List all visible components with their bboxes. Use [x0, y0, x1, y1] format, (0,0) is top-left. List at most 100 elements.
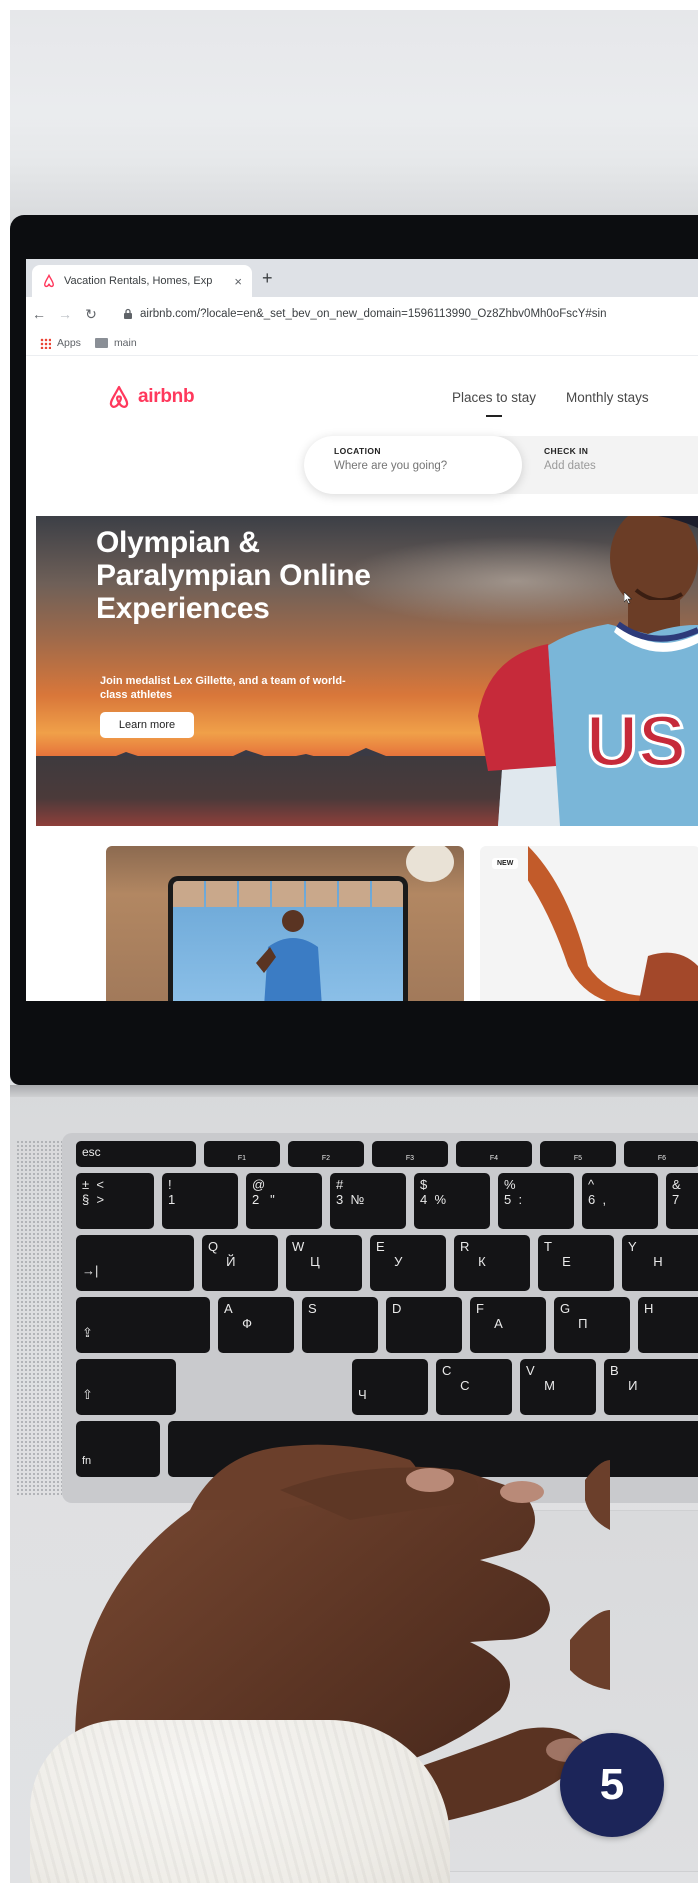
- key-glyph: 2: [252, 1192, 260, 1207]
- learn-more-button[interactable]: Learn more: [100, 712, 194, 738]
- forward-button[interactable]: →: [52, 306, 78, 322]
- key-f4[interactable]: F4: [456, 1141, 532, 1167]
- key-glyph: Е: [562, 1254, 571, 1269]
- laptop-screen: Vacation Rentals, Homes, Exp × + ← → ↻ a…: [26, 259, 698, 1001]
- location-label: LOCATION: [334, 446, 381, 456]
- key-glyph: 1: [168, 1192, 176, 1207]
- new-tab-button[interactable]: +: [262, 268, 273, 289]
- tablet-screen: [173, 881, 403, 1001]
- key-glyph: B: [610, 1363, 619, 1378]
- bookmark-apps[interactable]: Apps: [40, 337, 81, 349]
- key-glyph: %: [504, 1177, 516, 1192]
- key-glyph: ^: [588, 1177, 595, 1192]
- key-f6[interactable]: F6: [624, 1141, 698, 1167]
- tablet-device: [168, 876, 408, 1001]
- reload-button[interactable]: ↻: [78, 306, 104, 323]
- wall-shadow: [10, 115, 698, 225]
- tab-close-icon[interactable]: ×: [234, 274, 242, 289]
- athlete-on-tablet: [256, 910, 322, 1001]
- laptop-screen-bezel: Vacation Rentals, Homes, Exp × + ← → ↻ a…: [10, 215, 698, 1085]
- key-glyph: W: [292, 1239, 305, 1254]
- key-glyph: 7: [672, 1192, 680, 1207]
- key-6[interactable]: ^ 6 ,: [582, 1173, 658, 1229]
- tab-title: Vacation Rentals, Homes, Exp: [64, 275, 213, 287]
- key-t[interactable]: T Е: [538, 1235, 614, 1291]
- key-glyph: $: [420, 1177, 428, 1192]
- mouse-cursor-icon: [624, 592, 632, 604]
- athlete-illustration: US: [478, 516, 698, 826]
- back-button[interactable]: ←: [26, 306, 52, 322]
- key-glyph: 5: [504, 1192, 512, 1207]
- jersey-text: US: [586, 702, 686, 782]
- airbnb-belo-icon: [109, 385, 129, 408]
- nav-places-to-stay[interactable]: Places to stay: [452, 390, 536, 417]
- key-glyph: ": [270, 1192, 275, 1207]
- key-e[interactable]: E У: [370, 1235, 446, 1291]
- key-5[interactable]: % 5 :: [498, 1173, 574, 1229]
- airbnb-nav: Places to stay Monthly stays: [452, 390, 649, 417]
- checkin-label: CHECK IN: [544, 446, 589, 456]
- key-glyph: @: [252, 1177, 266, 1192]
- checkin-field[interactable]: CHECK IN Add dates: [544, 446, 596, 472]
- key-y[interactable]: Y Н: [622, 1235, 698, 1291]
- key-2[interactable]: @2 ": [246, 1173, 322, 1229]
- key-glyph: 6: [588, 1192, 596, 1207]
- key-f5[interactable]: F5: [540, 1141, 616, 1167]
- key-glyph: ,: [602, 1192, 607, 1207]
- key-esc[interactable]: esc: [76, 1141, 196, 1167]
- plant-pot: [406, 846, 454, 882]
- step-number-badge: 5: [560, 1733, 664, 1837]
- search-bar: LOCATION CHECK IN Add dates: [304, 436, 698, 494]
- key-glyph: <: [96, 1177, 104, 1192]
- key-w[interactable]: W Ц: [286, 1235, 362, 1291]
- key-glyph: &: [672, 1177, 681, 1192]
- key-glyph: У: [394, 1254, 403, 1269]
- key-glyph: К: [478, 1254, 486, 1269]
- key-glyph: T: [544, 1239, 552, 1254]
- key-glyph: Н: [653, 1254, 663, 1269]
- key-glyph: Y: [628, 1239, 637, 1254]
- key-tab[interactable]: →|: [76, 1235, 194, 1291]
- key-f3[interactable]: F3: [372, 1141, 448, 1167]
- key-b[interactable]: B И: [604, 1359, 698, 1415]
- key-glyph: :: [518, 1192, 523, 1207]
- key-f1[interactable]: F1: [204, 1141, 280, 1167]
- experience-cards: NEW: [36, 826, 698, 1001]
- airbnb-favicon-icon: [43, 274, 55, 288]
- key-glyph: !: [168, 1177, 172, 1192]
- address-bar[interactable]: airbnb.com/?locale=en&_set_bev_on_new_do…: [140, 308, 607, 320]
- experience-card-new[interactable]: NEW: [480, 846, 698, 1001]
- laptop-photo: Vacation Rentals, Homes, Exp × + ← → ↻ a…: [10, 10, 698, 1883]
- knit-sleeve: [30, 1720, 450, 1883]
- key-r[interactable]: R К: [454, 1235, 530, 1291]
- location-field[interactable]: LOCATION: [304, 436, 522, 494]
- key-glyph: И: [628, 1378, 638, 1393]
- key-glyph: #: [336, 1177, 344, 1192]
- nav-monthly-stays[interactable]: Monthly stays: [566, 390, 649, 405]
- key-1[interactable]: ! 1: [162, 1173, 238, 1229]
- airbnb-logo[interactable]: airbnb: [106, 384, 195, 410]
- video-thumbnails: [173, 881, 403, 907]
- browser-tab[interactable]: Vacation Rentals, Homes, Exp ×: [32, 265, 252, 297]
- key-4[interactable]: $4 %: [414, 1173, 490, 1229]
- hero-title: Olympian & Paralympian Online Experience…: [96, 526, 371, 625]
- key-q[interactable]: Q Й: [202, 1235, 278, 1291]
- checkin-value: Add dates: [544, 460, 596, 472]
- key-f2[interactable]: F2: [288, 1141, 364, 1167]
- browser-toolbar: ← → ↻ airbnb.com/?locale=en&_set_bev_on_…: [26, 297, 698, 331]
- key-3[interactable]: #3 №: [330, 1173, 406, 1229]
- key-glyph: §: [82, 1192, 90, 1207]
- airbnb-header: airbnb Places to stay Monthly stays LOCA…: [26, 356, 698, 516]
- key-glyph: R: [460, 1239, 470, 1254]
- key-glyph: ±: [82, 1177, 90, 1192]
- ribbon-art: [528, 846, 698, 1001]
- key-7[interactable]: & 7: [666, 1173, 698, 1229]
- key-glyph: Й: [226, 1254, 236, 1269]
- experience-card-video-call[interactable]: [106, 846, 464, 1001]
- bookmark-main[interactable]: main: [94, 337, 137, 349]
- location-input[interactable]: [334, 460, 494, 472]
- key-glyph: Ц: [310, 1254, 320, 1269]
- hero-subtitle: Join medalist Lex Gillette, and a team o…: [100, 675, 346, 701]
- key-section[interactable]: ± < § >: [76, 1173, 154, 1229]
- key-h[interactable]: H: [638, 1297, 698, 1353]
